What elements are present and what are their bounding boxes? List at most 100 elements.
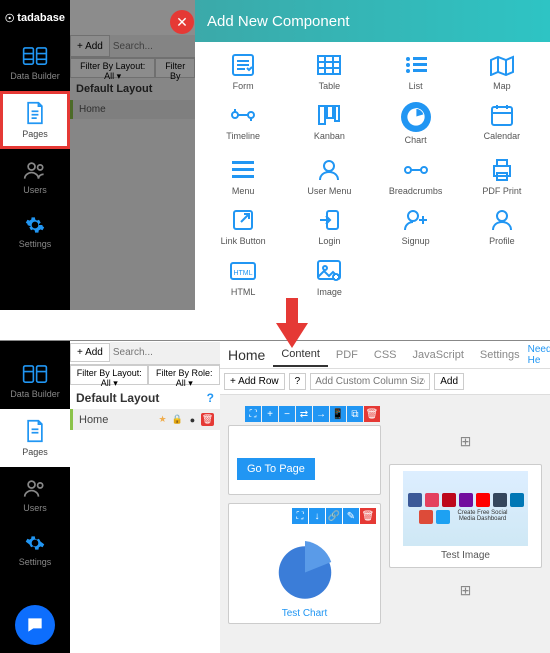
add-column-button[interactable]: Add	[434, 373, 464, 390]
expand-icon[interactable]: ⛶	[245, 406, 261, 422]
component-label: Breadcrumbs	[389, 186, 443, 196]
component-chart[interactable]: Chart	[373, 102, 459, 148]
help-button[interactable]: ?	[289, 373, 307, 390]
delete-icon[interactable]: 🗑	[360, 508, 376, 524]
gear-icon	[25, 533, 45, 553]
chart-icon	[401, 102, 431, 132]
component-kanban[interactable]: Kanban	[286, 102, 372, 148]
sidebar-item-users[interactable]: Users	[0, 467, 70, 523]
component-label: Chart	[405, 135, 427, 145]
layout-title: Default Layout ?	[70, 387, 220, 409]
chat-icon	[25, 615, 45, 635]
map-icon	[487, 52, 517, 78]
need-help-link[interactable]: Need He	[528, 344, 550, 366]
component-label: PDF Print	[482, 186, 521, 196]
add-component-button[interactable]: ⊞	[389, 425, 542, 458]
plus-icon[interactable]: +	[262, 406, 278, 422]
component-label: Signup	[402, 236, 430, 246]
image-preview: Create Free Social Media Dashboard	[403, 471, 528, 546]
sidebar-item-settings[interactable]: Settings	[0, 205, 70, 259]
component-link-button[interactable]: Link Button	[200, 207, 286, 249]
move-down-icon[interactable]: ↓	[309, 508, 325, 524]
pdf-print-icon	[487, 157, 517, 183]
users-icon	[23, 477, 47, 499]
component-label: HTML	[231, 287, 256, 297]
component-card[interactable]: ⛶ + − ⇄ → 📱 ⧉ 🗑 Go To Page	[228, 425, 381, 495]
tab-settings[interactable]: Settings	[472, 344, 528, 366]
sidebar-item-data-builder[interactable]: Data Builder	[0, 35, 70, 91]
sidebar-item-settings[interactable]: Settings	[0, 523, 70, 577]
login-icon	[314, 207, 344, 233]
component-label: Profile	[489, 236, 515, 246]
component-pdf-print[interactable]: PDF Print	[459, 157, 545, 199]
component-calendar[interactable]: Calendar	[459, 102, 545, 148]
component-menu[interactable]: Menu	[200, 157, 286, 199]
go-to-page-button[interactable]: Go To Page	[237, 458, 315, 480]
component-form[interactable]: Form	[200, 52, 286, 94]
signup-icon	[401, 207, 431, 233]
table-icon	[314, 52, 344, 78]
page-icon	[24, 419, 46, 443]
column-size-input[interactable]	[310, 373, 430, 390]
component-timeline[interactable]: Timeline	[200, 102, 286, 148]
help-icon[interactable]: ?	[207, 391, 214, 405]
search-input[interactable]	[110, 342, 220, 364]
sidebar-item-users[interactable]: Users	[0, 149, 70, 205]
lock-icon[interactable]: 🔒	[171, 413, 184, 426]
expand-icon[interactable]: ⛶	[292, 508, 308, 524]
component-profile[interactable]: Profile	[459, 207, 545, 249]
sidebar-item-pages[interactable]: Pages	[0, 91, 70, 149]
database-icon	[22, 363, 48, 385]
component-user-menu[interactable]: User Menu	[286, 157, 372, 199]
filter-layout-button[interactable]: Filter By Layout: All ▾	[70, 365, 148, 385]
component-table[interactable]: Table	[286, 52, 372, 94]
chart-label: Test Chart	[282, 608, 328, 619]
calendar-icon	[487, 102, 517, 128]
component-signup[interactable]: Signup	[373, 207, 459, 249]
component-map[interactable]: Map	[459, 52, 545, 94]
page-item-home[interactable]: Home ★ 🔒 ● 🗑	[70, 409, 220, 430]
edit-icon[interactable]: ✎	[343, 508, 359, 524]
link-button-icon	[228, 207, 258, 233]
component-label: Menu	[232, 186, 255, 196]
component-label: Form	[233, 81, 254, 91]
tab-css[interactable]: CSS	[366, 344, 405, 366]
database-icon	[22, 45, 48, 67]
swap-icon[interactable]: ⇄	[296, 406, 312, 422]
close-button[interactable]: ✕	[170, 10, 194, 34]
image-card[interactable]: Create Free Social Media Dashboard Test …	[389, 464, 542, 568]
link-icon[interactable]: 🔗	[326, 508, 342, 524]
tab-pdf[interactable]: PDF	[328, 344, 366, 366]
component-html[interactable]: HTML HTML	[200, 258, 286, 300]
mobile-icon[interactable]: 📱	[330, 406, 346, 422]
component-grid: Form Table ListMap TimelineKanban Chart Calen…	[195, 42, 550, 310]
chart-card[interactable]: ⛶ ↓ 🔗 ✎ 🗑 Test Chart	[228, 503, 381, 624]
star-icon[interactable]: ★	[156, 413, 169, 426]
add-button[interactable]: + Add	[70, 343, 110, 362]
arrow-icon[interactable]: →	[313, 406, 329, 422]
toggle-icon[interactable]: ●	[186, 413, 199, 426]
canvas: ⛶ + − ⇄ → 📱 ⧉ 🗑 Go To Page ⛶ ↓	[220, 395, 550, 653]
trash-icon[interactable]: 🗑	[201, 413, 214, 426]
filter-role-button[interactable]: Filter By Role: All ▾	[148, 365, 220, 385]
delete-icon[interactable]: 🗑	[364, 406, 380, 422]
component-label: Image	[317, 287, 342, 297]
minus-icon[interactable]: −	[279, 406, 295, 422]
component-list[interactable]: List	[373, 52, 459, 94]
component-breadcrumbs[interactable]: Breadcrumbs	[373, 157, 459, 199]
component-label: Table	[319, 81, 341, 91]
brand-logo: tadabase	[0, 0, 70, 35]
sidebar-item-pages[interactable]: Pages	[0, 409, 70, 467]
close-icon: ✕	[176, 14, 188, 31]
add-component-button[interactable]: ⊞	[389, 574, 542, 607]
component-login[interactable]: Login	[286, 207, 372, 249]
component-image[interactable]: Image	[286, 258, 372, 300]
sidebar-item-data-builder[interactable]: Data Builder	[0, 353, 70, 409]
add-row-button[interactable]: + Add Row	[224, 373, 285, 390]
svg-text:HTML: HTML	[234, 270, 253, 277]
breadcrumbs-icon	[401, 157, 431, 183]
chat-button[interactable]	[15, 605, 55, 645]
copy-icon[interactable]: ⧉	[347, 406, 363, 422]
tab-js[interactable]: JavaScript	[405, 344, 472, 366]
timeline-icon	[228, 102, 258, 128]
